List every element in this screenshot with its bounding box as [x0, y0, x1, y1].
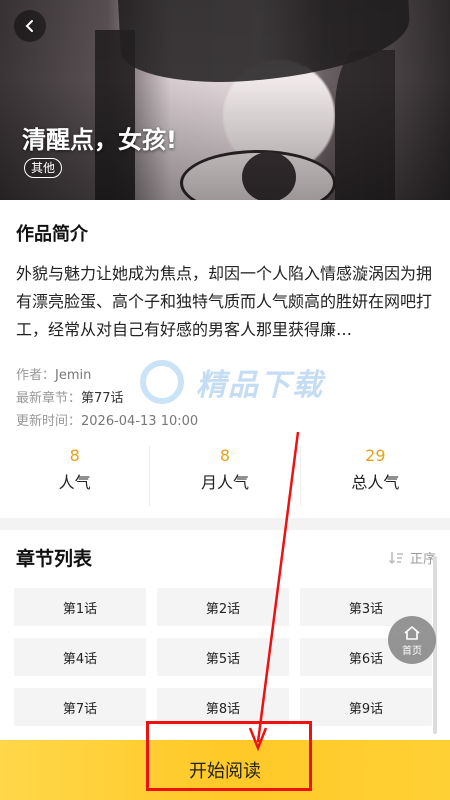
stat-value: 29 — [365, 446, 386, 465]
home-icon — [404, 625, 420, 640]
genre-tag[interactable]: 其他 — [24, 158, 63, 178]
chapter-item[interactable]: 第4话 — [14, 638, 146, 676]
popularity-stats: 8 人气 8 月人气 29 总人气 — [0, 446, 450, 506]
chapter-grid: 第1话 第2话 第3话 第4话 第5话 第6话 第7话 第8话 第9话 — [14, 588, 432, 726]
chapter-item[interactable]: 第9话 — [300, 688, 432, 726]
chapter-item[interactable]: 第2话 — [157, 588, 289, 626]
cover-banner — [0, 0, 450, 200]
back-arrow-icon — [25, 20, 33, 32]
stat-value: 8 — [69, 446, 80, 465]
intro-heading: 作品简介 — [16, 224, 88, 245]
author-value: Jemin — [55, 368, 92, 383]
comic-title: 清醒点，女孩! — [22, 126, 177, 154]
chapter-item[interactable]: 第5话 — [157, 638, 289, 676]
annotation-highlight-box — [146, 721, 312, 791]
chapter-list-heading: 章节列表 — [16, 548, 93, 570]
stat-label: 总人气 — [351, 473, 400, 492]
stat-total-popularity: 29 总人气 — [301, 446, 450, 506]
home-button-label: 首页 — [402, 645, 422, 657]
stat-popularity: 8 人气 — [0, 446, 151, 506]
stat-monthly-popularity: 8 月人气 — [150, 446, 301, 506]
stat-label: 人气 — [58, 473, 91, 492]
chapter-item[interactable]: 第7话 — [14, 688, 146, 726]
author-label: 作者： — [16, 368, 56, 383]
author-row: 作者：Jemin — [16, 364, 91, 383]
sort-order-toggle[interactable]: 正序 — [388, 548, 436, 567]
watermark-logo: 精品下载 — [140, 360, 324, 404]
sort-icon — [388, 551, 403, 564]
latest-chapter-row[interactable]: 最新章节：第77话 — [16, 387, 124, 406]
updated-row: 更新时间：2026-04-13 10:00 — [16, 410, 198, 429]
back-button[interactable] — [14, 10, 46, 42]
chapter-item[interactable]: 第1话 — [14, 588, 146, 626]
updated-value: 2026-04-13 10:00 — [81, 414, 199, 429]
home-button[interactable]: 首页 — [388, 616, 436, 664]
updated-label: 更新时间： — [16, 414, 82, 429]
stat-label: 月人气 — [200, 473, 249, 492]
intro-text: 外貌与魅力让她成为焦点，却因一个人陷入情感漩涡因为拥有漂亮脸蛋、高个子和独特气质… — [16, 264, 433, 339]
latest-chapter-value[interactable]: 第77话 — [81, 391, 124, 406]
stat-value: 8 — [219, 446, 231, 465]
latest-chapter-label: 最新章节： — [16, 391, 82, 406]
section-divider — [0, 518, 450, 530]
watermark-text: 精品下载 — [196, 368, 324, 403]
